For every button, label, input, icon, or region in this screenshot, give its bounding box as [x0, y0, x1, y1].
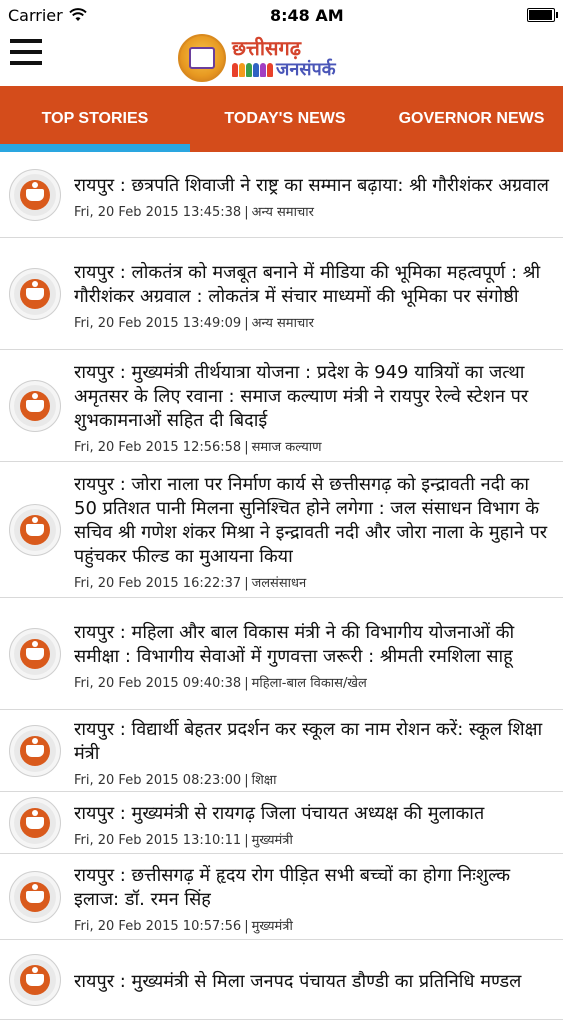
news-item[interactable]: रायपुर : मुख्यमंत्री तीर्थयात्रा योजना :… — [0, 350, 563, 462]
news-date: Fri, 20 Feb 2015 08:23:00 — [74, 772, 242, 788]
news-item[interactable]: रायपुर : मुख्यमंत्री से रायगढ़ जिला पंचा… — [0, 792, 563, 854]
news-category: शिक्षा — [251, 772, 277, 788]
news-category: जलसंसाधन — [251, 575, 307, 591]
app-logo: छत्तीसगढ़ जनसंपर्क — [178, 30, 336, 86]
news-meta: Fri, 20 Feb 2015 12:56:58 | समाज कल्याण — [74, 437, 551, 455]
tab-governor-news[interactable]: GOVERNOR NEWS — [380, 86, 563, 152]
news-thumbnail — [0, 379, 70, 432]
reader-logo-icon — [20, 514, 50, 545]
news-item[interactable]: रायपुर : महिला और बाल विकास मंत्री ने की… — [0, 598, 563, 710]
news-text: रायपुर : मुख्यमंत्री से मिला जनपद पंचायत… — [70, 960, 563, 1000]
meta-separator: | — [244, 675, 249, 691]
news-category: मुख्यमंत्री — [251, 832, 293, 848]
news-title: रायपुर : मुख्यमंत्री तीर्थयात्रा योजना :… — [74, 361, 529, 431]
news-category: अन्य समाचार — [251, 204, 314, 220]
news-thumbnail — [0, 168, 70, 221]
tab-top-stories[interactable]: TOP STORIES — [0, 86, 190, 152]
news-item[interactable]: रायपुर : लोकतंत्र को मजबूत बनाने में मीड… — [0, 238, 563, 350]
news-title: रायपुर : मुख्यमंत्री से मिला जनपद पंचायत… — [74, 970, 522, 992]
news-meta: Fri, 20 Feb 2015 13:49:09 | अन्य समाचार — [74, 313, 551, 331]
reader-logo-icon — [20, 638, 50, 669]
news-date: Fri, 20 Feb 2015 09:40:38 — [74, 675, 242, 691]
news-date: Fri, 20 Feb 2015 10:57:56 — [74, 918, 242, 934]
meta-separator: | — [244, 772, 249, 788]
news-title: रायपुर : लोकतंत्र को मजबूत बनाने में मीड… — [74, 261, 541, 307]
news-text: रायपुर : छत्तीसगढ़ में हृदय रोग पीड़ित स… — [70, 854, 563, 940]
news-thumbnail — [0, 796, 70, 849]
status-bar: Carrier 8:48 AM — [0, 0, 563, 30]
reader-logo-icon — [20, 881, 50, 912]
news-date: Fri, 20 Feb 2015 13:49:09 — [74, 315, 242, 331]
news-date: Fri, 20 Feb 2015 16:22:37 — [74, 575, 242, 591]
meta-separator: | — [244, 204, 249, 220]
news-title: रायपुर : विद्यार्थी बेहतर प्रदर्शन कर स्… — [74, 718, 543, 764]
status-time: 8:48 AM — [270, 5, 344, 25]
news-item[interactable]: रायपुर : विद्यार्थी बेहतर प्रदर्शन कर स्… — [0, 710, 563, 792]
meta-separator: | — [244, 918, 249, 934]
news-date: Fri, 20 Feb 2015 13:45:38 — [74, 204, 242, 220]
news-title: रायपुर : महिला और बाल विकास मंत्री ने की… — [74, 621, 515, 667]
reader-logo-icon — [20, 179, 50, 210]
news-thumbnail — [0, 267, 70, 320]
battery-icon — [526, 8, 558, 22]
carrier-label: Carrier — [8, 5, 63, 25]
news-meta: Fri, 20 Feb 2015 08:23:00 | शिक्षा — [74, 770, 551, 788]
news-list: रायपुर : छत्रपति शिवाजी ने राष्ट्र का सम… — [0, 152, 563, 1020]
news-meta: Fri, 20 Feb 2015 13:45:38 | अन्य समाचार — [74, 202, 551, 220]
news-text: रायपुर : मुख्यमंत्री से रायगढ़ जिला पंचा… — [70, 792, 563, 854]
news-text: रायपुर : छत्रपति शिवाजी ने राष्ट्र का सम… — [70, 164, 563, 226]
news-date: Fri, 20 Feb 2015 12:56:58 — [74, 439, 242, 455]
news-text: रायपुर : महिला और बाल विकास मंत्री ने की… — [70, 611, 563, 697]
reader-logo-icon — [20, 807, 50, 838]
news-category: महिला-बाल विकास/खेल — [251, 675, 367, 691]
news-thumbnail — [0, 503, 70, 556]
tab-todays-news[interactable]: TODAY'S NEWS — [190, 86, 380, 152]
news-title: रायपुर : मुख्यमंत्री से रायगढ़ जिला पंचा… — [74, 802, 485, 824]
tab-bar: TOP STORIES TODAY'S NEWS GOVERNOR NEWS — [0, 86, 563, 152]
news-item[interactable]: रायपुर : छत्तीसगढ़ में हृदय रोग पीड़ित स… — [0, 854, 563, 940]
news-category: अन्य समाचार — [251, 315, 314, 331]
news-meta: Fri, 20 Feb 2015 10:57:56 | मुख्यमंत्री — [74, 916, 551, 934]
news-item[interactable]: रायपुर : मुख्यमंत्री से मिला जनपद पंचायत… — [0, 940, 563, 1020]
news-category: मुख्यमंत्री — [251, 918, 293, 934]
news-title: रायपुर : जोरा नाला पर निर्माण कार्य से छ… — [74, 473, 548, 567]
news-text: रायपुर : जोरा नाला पर निर्माण कार्य से छ… — [70, 463, 563, 597]
wifi-icon — [69, 8, 87, 21]
meta-separator: | — [244, 315, 249, 331]
people-icon — [232, 62, 273, 77]
news-text: रायपुर : लोकतंत्र को मजबूत बनाने में मीड… — [70, 251, 563, 337]
meta-separator: | — [244, 832, 249, 848]
news-meta: Fri, 20 Feb 2015 13:10:11 | मुख्यमंत्री — [74, 830, 551, 848]
news-thumbnail — [0, 724, 70, 777]
news-date: Fri, 20 Feb 2015 13:10:11 — [74, 832, 242, 848]
logo-subtitle: जनसंपर्क — [276, 58, 336, 80]
news-meta: Fri, 20 Feb 2015 09:40:38 | महिला-बाल विका… — [74, 673, 551, 691]
news-item[interactable]: रायपुर : जोरा नाला पर निर्माण कार्य से छ… — [0, 462, 563, 598]
logo-emblem-icon — [178, 34, 226, 82]
news-meta: Fri, 20 Feb 2015 16:22:37 | जलसंसाधन — [74, 573, 551, 591]
news-thumbnail — [0, 953, 70, 1006]
news-text: रायपुर : मुख्यमंत्री तीर्थयात्रा योजना :… — [70, 351, 563, 461]
meta-separator: | — [244, 439, 249, 455]
hamburger-menu-icon[interactable] — [10, 39, 42, 67]
status-left: Carrier — [8, 6, 87, 25]
reader-logo-icon — [20, 735, 50, 766]
app-header: छत्तीसगढ़ जनसंपर्क — [0, 30, 563, 86]
news-text: रायपुर : विद्यार्थी बेहतर प्रदर्शन कर स्… — [70, 708, 563, 794]
reader-logo-icon — [20, 390, 50, 421]
reader-logo-icon — [20, 278, 50, 309]
reader-logo-icon — [20, 964, 50, 995]
news-item[interactable]: रायपुर : छत्रपति शिवाजी ने राष्ट्र का सम… — [0, 152, 563, 238]
news-category: समाज कल्याण — [251, 439, 322, 455]
news-thumbnail — [0, 870, 70, 923]
logo-title: छत्तीसगढ़ — [232, 35, 302, 60]
news-thumbnail — [0, 627, 70, 680]
news-title: रायपुर : छत्रपति शिवाजी ने राष्ट्र का सम… — [74, 174, 549, 196]
news-title: रायपुर : छत्तीसगढ़ में हृदय रोग पीड़ित स… — [74, 864, 511, 910]
meta-separator: | — [244, 575, 249, 591]
